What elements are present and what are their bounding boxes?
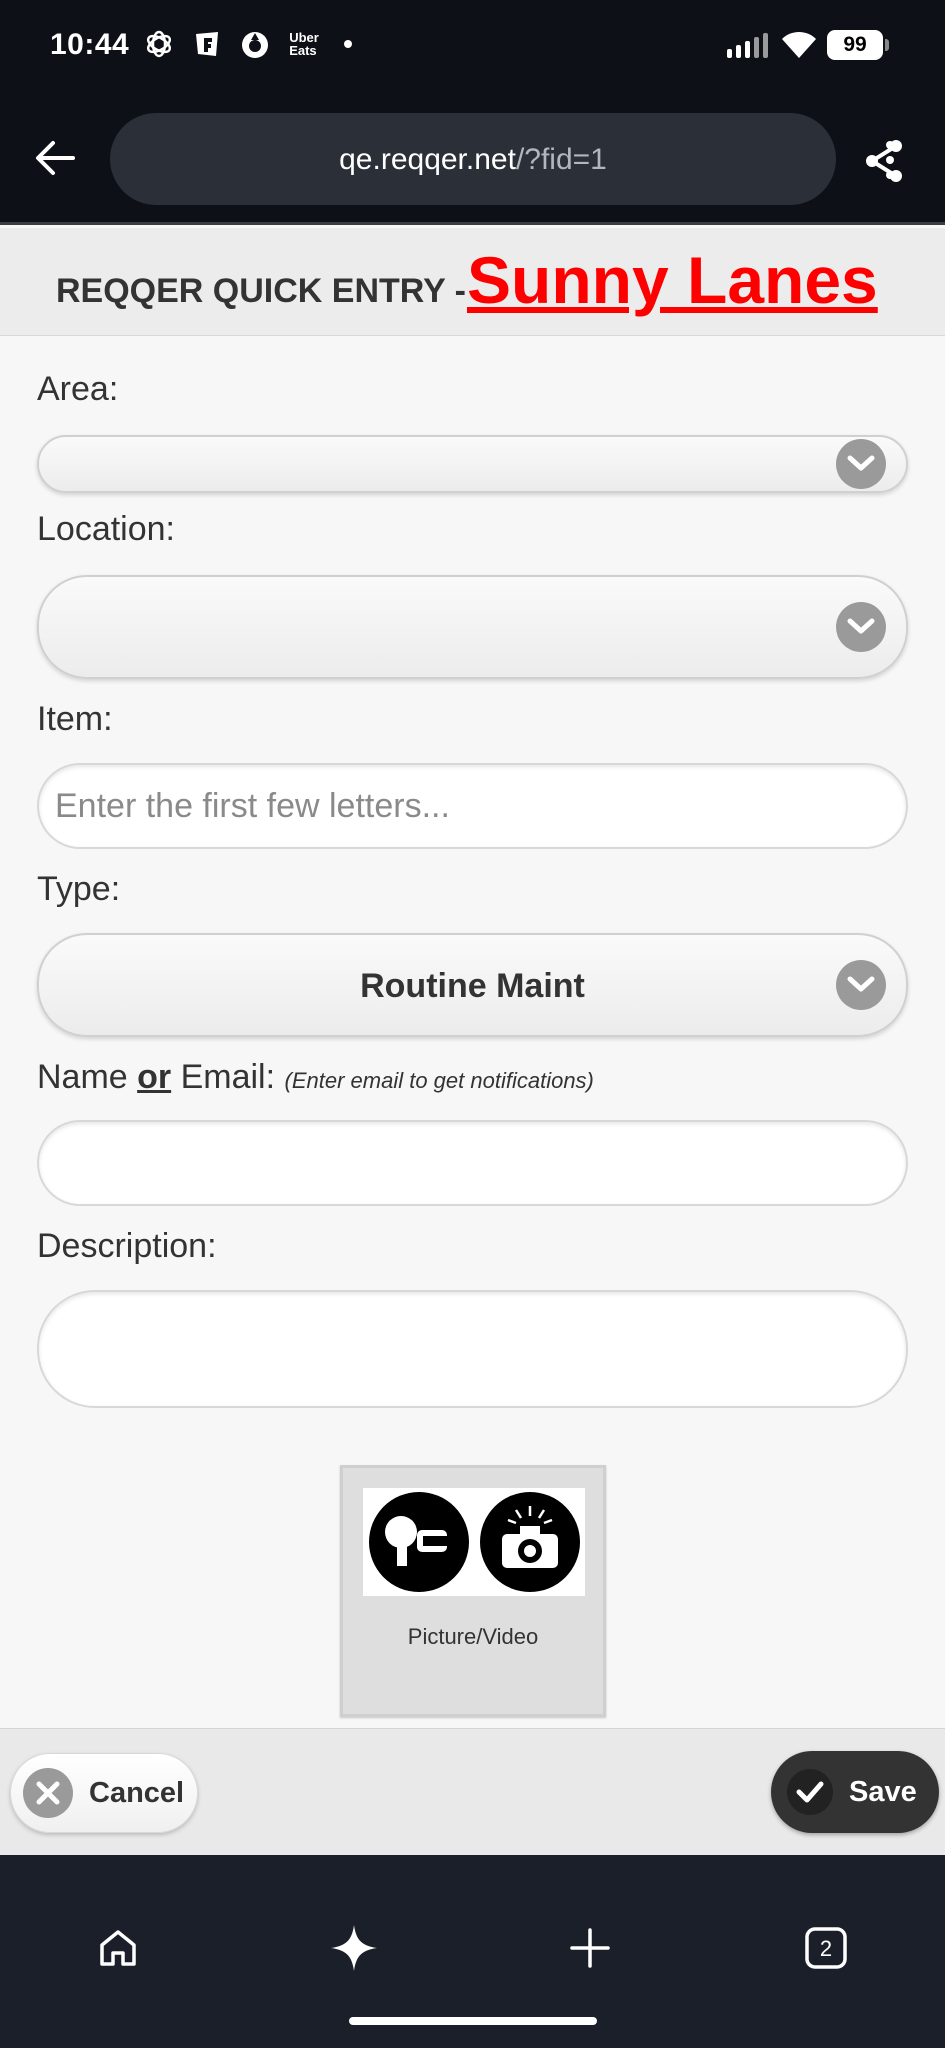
wifi-icon (782, 31, 816, 58)
picture-video-label: Picture/Video (407, 1624, 539, 1649)
drop-icon (238, 27, 272, 61)
tab-count: 2 (820, 1936, 832, 1961)
arrow-left-icon (36, 141, 75, 175)
page-header: REQQER QUICK ENTRY - Sunny Lanes (0, 228, 945, 336)
home-indicator[interactable] (349, 2017, 597, 2025)
save-button[interactable]: Save (771, 1751, 939, 1833)
url-path: /?fid=1 (515, 143, 607, 176)
more-dot-icon (886, 141, 894, 149)
address-bar[interactable]: qe.reqqer.net/?fid=1 (110, 113, 902, 205)
page-title-prefix: REQQER QUICK ENTRY - (56, 272, 466, 310)
ai-assistant-button[interactable] (326, 1920, 382, 1976)
description-label: Description: (37, 1227, 217, 1265)
video-camera-icon (368, 1492, 469, 1592)
more-dot-icon (886, 171, 894, 179)
area-select[interactable] (37, 435, 908, 493)
more-dot-icon (886, 156, 894, 164)
more-notifications-dot (344, 40, 352, 48)
status-bar: 10:44 Uber Eats 99 (0, 0, 945, 95)
cancel-button[interactable]: Cancel (10, 1753, 198, 1833)
tab-switcher-button[interactable]: 2 (798, 1920, 854, 1976)
photo-camera-icon (479, 1492, 580, 1592)
picture-video-button[interactable]: Picture/Video (340, 1465, 606, 1717)
more-options-button[interactable] (868, 135, 912, 185)
url-host: qe.reqqer.net (339, 143, 516, 176)
type-value: Routine Maint (360, 967, 585, 1005)
name-label-end: Email: (171, 1058, 276, 1096)
name-email-field[interactable] (37, 1120, 908, 1206)
item-label: Item: (37, 700, 113, 738)
check-icon (787, 1769, 833, 1815)
cancel-label: Cancel (89, 1776, 185, 1809)
signal-icon (727, 33, 768, 58)
home-icon (100, 1930, 136, 1966)
openai-icon (142, 27, 176, 61)
name-email-label: Name or Email: (Enter email to get notif… (37, 1058, 594, 1097)
url-text: qe.reqqer.net/?fid=1 (110, 143, 836, 177)
description-input[interactable] (55, 1292, 875, 1406)
back-button[interactable] (30, 133, 80, 183)
item-field[interactable] (37, 763, 908, 849)
battery-level: 99 (843, 33, 867, 56)
description-field[interactable] (37, 1290, 908, 1408)
location-label: Location: (37, 510, 175, 548)
name-email-input[interactable] (55, 1122, 875, 1204)
notification-icons: Uber Eats (142, 27, 352, 61)
fandango-icon (190, 27, 224, 61)
plus-icon (570, 1928, 610, 1968)
area-label: Area: (37, 370, 119, 408)
browser-toolbar: qe.reqqer.net/?fid=1 (0, 95, 945, 225)
sparkle-icon (331, 1925, 377, 1971)
home-button[interactable] (90, 1920, 146, 1976)
uber-eats-icon: Uber Eats (286, 27, 322, 61)
close-icon (23, 1768, 73, 1818)
location-select[interactable] (37, 575, 908, 679)
item-input[interactable] (55, 765, 875, 847)
type-label: Type: (37, 870, 121, 908)
browser-bottom-nav: 2 (0, 1855, 945, 2048)
type-select[interactable]: Routine Maint (37, 933, 908, 1037)
system-icons: 99 (727, 30, 889, 60)
name-email-hint: (Enter email to get notifications) (284, 1068, 594, 1093)
chevron-down-icon (836, 960, 886, 1010)
media-icons (363, 1488, 585, 1596)
tabs-icon: 2 (805, 1927, 847, 1969)
chevron-down-icon (836, 602, 886, 652)
uber-eats-label-bottom: Eats (289, 43, 317, 58)
form-action-bar: Cancel Save (0, 1728, 945, 1855)
name-label-start: Name (37, 1058, 138, 1096)
status-time: 10:44 (50, 28, 130, 61)
battery-icon: 99 (827, 30, 889, 60)
save-label: Save (849, 1775, 917, 1808)
new-tab-button[interactable] (562, 1920, 618, 1976)
chevron-down-icon (836, 439, 886, 489)
facility-name-link[interactable]: Sunny Lanes (467, 242, 878, 318)
name-label-or: or (137, 1058, 172, 1096)
